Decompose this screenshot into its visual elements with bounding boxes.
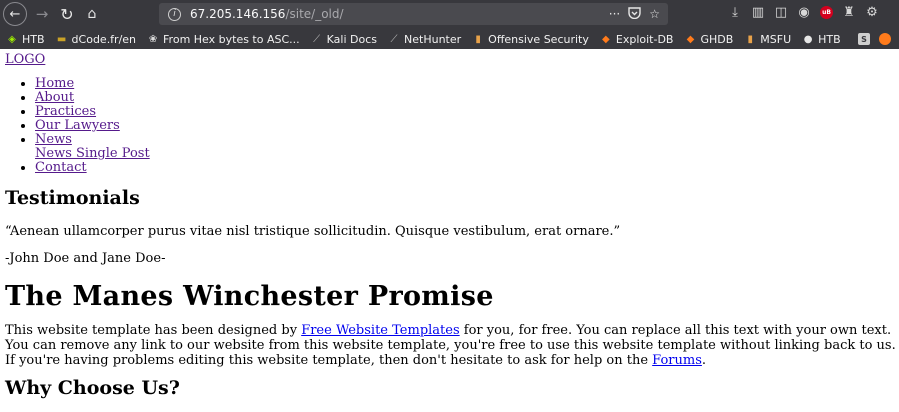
promise-heading: The Manes Winchester Promise xyxy=(5,281,494,312)
nav-link-home[interactable]: Home xyxy=(35,76,74,91)
nav-link-news-single-post[interactable]: News Single Post xyxy=(35,146,150,161)
bookmark-label: Exploit-DB xyxy=(615,32,674,46)
bookmark-star-icon[interactable]: ☆ xyxy=(649,7,660,21)
nav-item-home: Home xyxy=(35,77,894,91)
bookmark-item[interactable]: ▬ dCode.fr/en xyxy=(56,33,136,46)
bookmark-item[interactable]: ◆ GHDB xyxy=(684,32,734,46)
bookmark-item[interactable]: ❀ From Hex bytes to ASC... xyxy=(147,33,300,46)
nav-link-practices[interactable]: Practices xyxy=(35,104,96,119)
hex-bytes-icon: ❀ xyxy=(148,33,158,45)
url-bar[interactable]: i 67.205.146.156/site/_old/ ··· ☆ xyxy=(159,3,668,25)
nav-link-about[interactable]: About xyxy=(35,90,74,105)
bookmark-label: Kali Docs xyxy=(326,32,378,46)
submenu-item: News Single Post xyxy=(35,147,894,161)
back-arrow-icon[interactable]: ← xyxy=(3,2,27,26)
sidebar-icon[interactable]: ◫ xyxy=(774,5,788,20)
logo-link[interactable]: LOGO xyxy=(5,52,894,67)
bookmark-item[interactable]: ◆ Exploit-DB xyxy=(600,32,674,46)
testimonial-quote: “Aenean ullamcorper purus vitae nisl tri… xyxy=(5,224,621,239)
site-info-icon[interactable]: i xyxy=(168,7,181,21)
url-host: 67.205.146.156 xyxy=(190,7,286,21)
bookmarks-bar: ◈ HTB ▬ dCode.fr/en ❀ From Hex bytes to ASC..… xyxy=(0,29,899,49)
main-nav: Home About Practices Our Lawyers News Ne… xyxy=(5,77,894,175)
exploit-db-icon: ◆ xyxy=(602,33,610,45)
bookmark-label: MSFU xyxy=(760,32,792,46)
nav-item-news: News News Single Post xyxy=(35,133,894,161)
nav-item-contact: Contact xyxy=(35,161,894,175)
nav-link-contact[interactable]: Contact xyxy=(35,160,87,175)
paragraph-text: This website template has been designed … xyxy=(5,323,302,338)
github-icon: ● xyxy=(803,33,813,45)
dcode-icon: ▬ xyxy=(56,33,67,45)
bookmark-label: NetHunter xyxy=(404,32,462,46)
free-website-templates-link[interactable]: Free Website Templates xyxy=(301,323,459,338)
nav-item-practices: Practices xyxy=(35,105,894,119)
bookmark-label: GHDB xyxy=(700,32,734,46)
htb-cube-icon: ◈ xyxy=(8,33,16,45)
nav-item-our-lawyers: Our Lawyers xyxy=(35,119,894,133)
nav-link-our-lawyers[interactable]: Our Lawyers xyxy=(35,118,120,133)
paragraph-text: . xyxy=(701,353,707,368)
why-choose-us-heading: Why Choose Us? xyxy=(5,377,180,399)
bookmark-label: Offensive Security xyxy=(488,32,589,46)
forward-arrow-icon[interactable]: → xyxy=(31,3,53,25)
kali-dragon-icon: ⟋ xyxy=(390,33,398,45)
bookmark-item[interactable]: ⟋ Kali Docs xyxy=(311,33,377,46)
browser-toolbar: ← → ↻ ⌂ i 67.205.146.156/site/_old/ ··· … xyxy=(0,0,899,29)
nav-item-about: About xyxy=(35,91,894,105)
testimonial-author: -John Doe and Jane Doe- xyxy=(5,251,166,266)
offsec-icon: ▮ xyxy=(475,33,481,45)
promise-paragraph: This website template has been designed … xyxy=(5,323,898,368)
reload-icon[interactable]: ↻ xyxy=(56,3,78,25)
ghdb-icon: ◆ xyxy=(686,33,695,45)
firefox-icon[interactable] xyxy=(879,33,891,45)
extension-icon[interactable]: ♜ xyxy=(842,5,856,20)
bookmark-item[interactable]: ⟋ NetHunter xyxy=(388,32,462,46)
nav-link-news[interactable]: News xyxy=(35,132,72,147)
forums-link[interactable]: Forums xyxy=(652,353,702,368)
pocket-icon[interactable] xyxy=(628,6,641,22)
bookmark-item[interactable]: ▮ Offensive Security xyxy=(472,32,589,46)
testimonials-heading: Testimonials xyxy=(5,187,140,209)
bookmark-label: From Hex bytes to ASC... xyxy=(163,32,300,46)
ublock-icon[interactable]: uB xyxy=(820,6,833,19)
bookmark-item[interactable]: ● HTB xyxy=(802,33,841,46)
bookmark-label: dCode.fr/en xyxy=(71,32,137,46)
kali-dragon-icon: ⟋ xyxy=(313,33,321,45)
home-icon[interactable]: ⌂ xyxy=(81,3,103,25)
page-actions-icon[interactable]: ··· xyxy=(609,7,620,21)
account-icon[interactable]: ◉ xyxy=(797,5,811,20)
bookmark-label: HTB xyxy=(818,32,841,46)
bookmark-item[interactable]: ▮ MSFU xyxy=(744,32,792,46)
page-content: LOGO Home About Practices Our Lawyers Ne… xyxy=(0,52,899,400)
url-path: /site/_old/ xyxy=(285,7,344,21)
offsec-icon: ▮ xyxy=(747,33,754,45)
downloads-icon[interactable]: ⤓ xyxy=(728,5,742,20)
reader-view-icon[interactable]: S xyxy=(858,33,870,45)
bookmark-label: HTB xyxy=(22,32,45,46)
bookmark-item[interactable]: ◈ HTB xyxy=(6,32,45,46)
library-icon[interactable]: ▥ xyxy=(751,5,765,20)
news-submenu: News Single Post xyxy=(35,147,894,161)
settings-gear-icon[interactable]: ⚙ xyxy=(865,5,879,20)
